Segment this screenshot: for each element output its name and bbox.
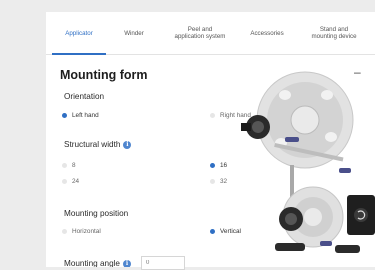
active-tab-indicator [52, 53, 106, 55]
radio-dot [210, 162, 215, 168]
section-title: Mounting form [60, 68, 148, 82]
width-8-radio[interactable]: 8 [62, 158, 76, 172]
width-32-radio[interactable]: 32 [210, 174, 227, 188]
radio-dot [62, 162, 67, 168]
mounting-angle-label: Mounting angle i [64, 259, 131, 267]
info-icon[interactable]: i [123, 140, 132, 149]
tab-accessories[interactable]: Accessories [238, 12, 296, 54]
radio-dot [62, 228, 67, 234]
radio-dot [210, 228, 215, 234]
info-icon[interactable]: i [123, 259, 131, 267]
radio-dot [210, 178, 215, 184]
orientation-left-hand-radio[interactable]: Left hand [62, 108, 99, 122]
tab-stand-and-mounting-device[interactable]: Stand and mounting device [298, 12, 370, 54]
mounting-position-label: Mounting position [64, 209, 129, 218]
radio-dot [62, 112, 67, 118]
label-applicator-machine-image [241, 71, 375, 253]
tab-applicator[interactable]: Applicator [52, 12, 106, 54]
structural-width-label: Structural width i [64, 140, 132, 149]
radio-dot [210, 112, 215, 118]
width-24-radio[interactable]: 24 [62, 174, 79, 188]
orientation-label: Orientation [64, 92, 105, 101]
mounting-angle-input[interactable] [141, 256, 185, 270]
mounting-horizontal-radio[interactable]: Horizontal [62, 224, 101, 238]
tab-winder[interactable]: Winder [106, 12, 162, 54]
width-16-radio[interactable]: 16 [210, 158, 227, 172]
radio-dot [62, 178, 67, 184]
tab-peel-and-application-system[interactable]: Peel and application system [166, 12, 234, 54]
tab-bar: Applicator Winder Peel and application s… [46, 12, 375, 55]
